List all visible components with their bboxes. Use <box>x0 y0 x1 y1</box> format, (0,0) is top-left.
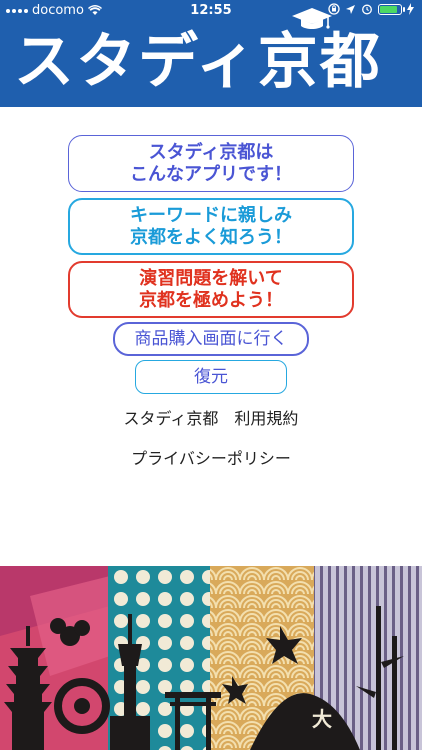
restore-label: 復元 <box>194 367 228 387</box>
app-header: docomo 12:55 スタディ京都 <box>0 0 422 107</box>
about-app-label: スタディ京都は こんなアプリです！ <box>130 141 292 185</box>
status-right <box>328 3 414 15</box>
graduation-cap-icon <box>292 8 332 29</box>
alarm-icon <box>362 4 372 15</box>
exercise-label: 演習問題を解いて 京都を極めよう！ <box>139 267 283 311</box>
purchase-label: 商品購入画面に行く <box>134 329 288 349</box>
app-logo: スタディ京都 <box>14 27 382 97</box>
purchase-button[interactable]: 商品購入画面に行く <box>113 322 309 356</box>
kyoto-illustration: 大 <box>0 566 422 750</box>
restore-button[interactable]: 復元 <box>135 360 287 394</box>
battery-icon <box>378 3 405 15</box>
terms-link[interactable]: スタディ京都 利用規約 <box>0 405 422 429</box>
exercise-button[interactable]: 演習問題を解いて 京都を極めよう！ <box>68 261 354 318</box>
keyword-button[interactable]: キーワードに親しみ 京都をよく知ろう！ <box>68 198 354 255</box>
kyoto-decorative-banner: 大 <box>0 566 422 750</box>
charging-bolt-icon <box>407 3 414 15</box>
keyword-label: キーワードに親しみ 京都をよく知ろう！ <box>130 204 292 248</box>
location-icon <box>346 4 355 14</box>
svg-text:大: 大 <box>312 707 332 731</box>
about-app-button[interactable]: スタディ京都は こんなアプリです！ <box>68 135 354 192</box>
status-bar: docomo 12:55 <box>0 0 422 22</box>
privacy-policy-link[interactable]: プライバシーポリシー <box>0 445 422 469</box>
